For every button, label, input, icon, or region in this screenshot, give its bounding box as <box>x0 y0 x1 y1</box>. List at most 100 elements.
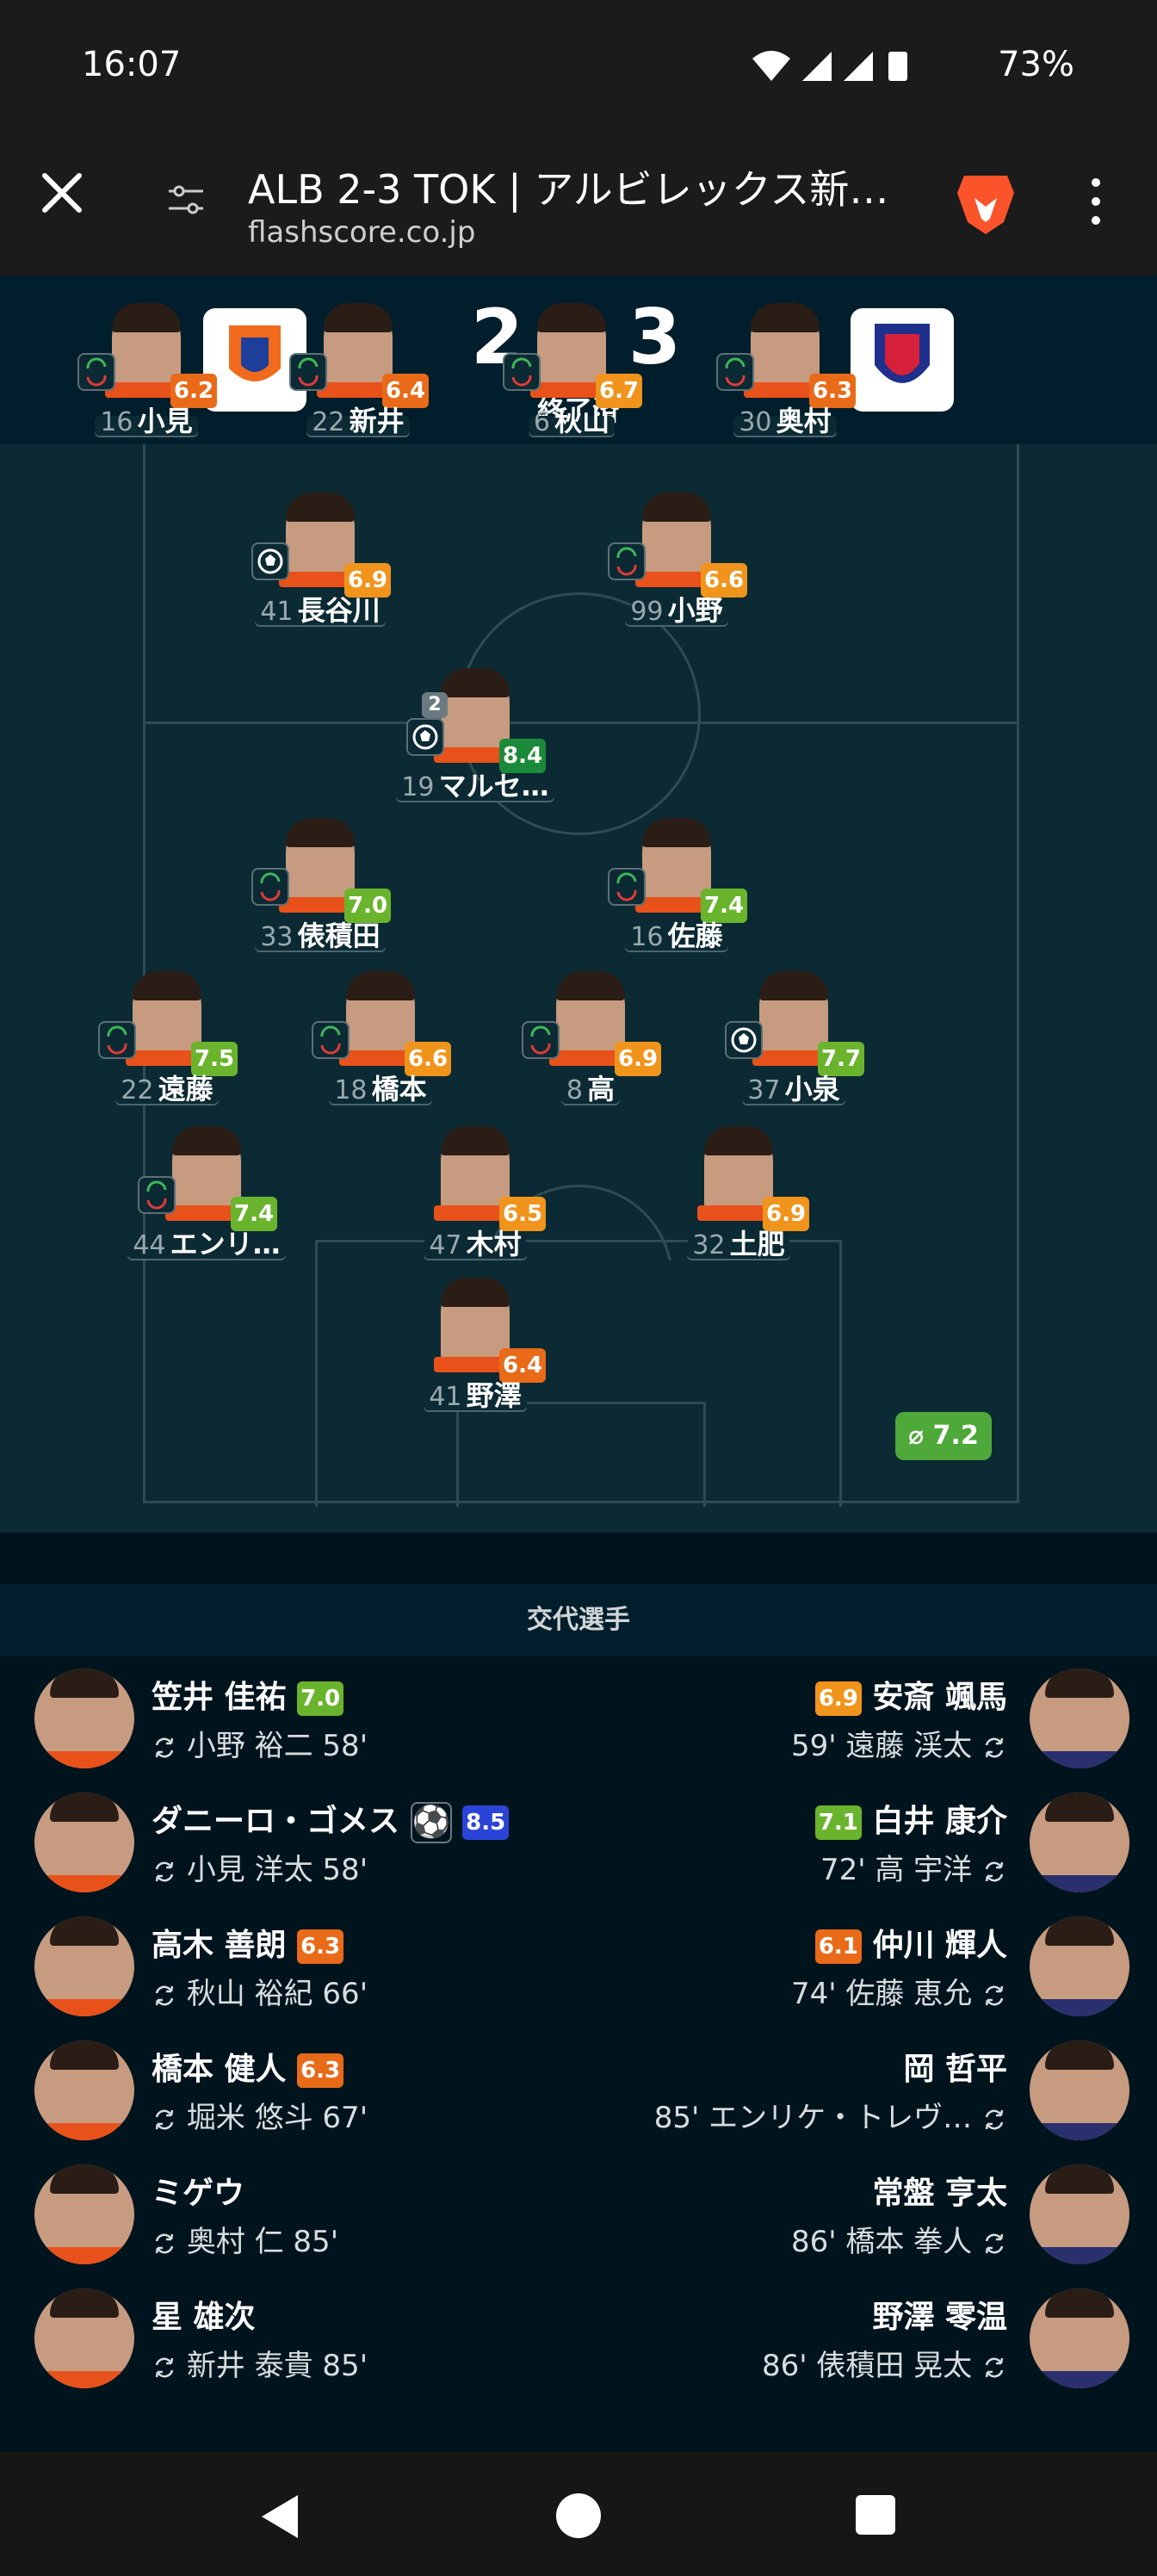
player-name: 小野 <box>667 594 723 627</box>
home-sub-replaced: 小見 洋太 58' <box>152 1846 368 1888</box>
home-icon[interactable] <box>556 2493 601 2538</box>
lineup-player[interactable]: 7.4 16 佐藤 <box>573 818 780 981</box>
away-replaced-player: 86' 俵積田 晃太 <box>761 2349 973 2383</box>
lineup-player[interactable]: 6.4 22 新井 <box>255 303 461 467</box>
recents-icon[interactable] <box>856 2495 895 2535</box>
screen: { "status_bar": {"time": "16:07", "batte… <box>0 0 1157 2576</box>
away-sub-name: 安斎 颯馬 <box>872 1680 1007 1715</box>
substitution-icon <box>312 1021 350 1059</box>
home-sub-photo[interactable] <box>34 1793 134 1892</box>
lineup-player[interactable]: 7.0 33 俵積田 <box>217 818 424 981</box>
away-sub-name-line[interactable]: 野澤 零温 <box>872 2292 1007 2337</box>
substitution-icon <box>289 353 327 391</box>
home-sub-rating: 6.3 <box>297 2053 344 2088</box>
away-sub-name-line[interactable]: 6.9 安斎 颯馬 <box>814 1672 1007 1717</box>
home-sub-name-line[interactable]: ダニーロ・ゴメス ⚽ 8.5 <box>152 1796 510 1843</box>
away-sub-replaced: 85' エンリケ・トレヴ… <box>654 2094 1007 2136</box>
lineup-player[interactable]: 6.2 16 小見 <box>43 303 250 467</box>
away-sub-photo[interactable] <box>1030 1669 1129 1768</box>
player-name: 新井 <box>349 405 405 437</box>
substitution-row: 笠井 佳祐 7.0 小野 裕二 58' 6.9 安斎 颯馬 59' 遠藤 渓太 <box>0 1656 1157 1780</box>
substitution-icon <box>522 1021 560 1059</box>
player-label: 16 小見 <box>43 399 250 439</box>
battery-level: 73% <box>998 45 1074 84</box>
player-name: 高 <box>587 1073 616 1105</box>
brave-lion-icon[interactable] <box>956 169 1016 236</box>
player-label: 32 土肥 <box>635 1223 842 1262</box>
player-number: 16 <box>100 407 133 437</box>
home-replaced-player: 秋山 裕紀 66' <box>186 1977 368 2011</box>
team-average-rating: ⌀ 7.2 <box>895 1412 992 1460</box>
away-sub-replaced: 86' 橋本 拳人 <box>791 2218 1007 2260</box>
away-replaced-player: 85' エンリケ・トレヴ… <box>653 2101 973 2135</box>
away-sub-name-line[interactable]: 岡 哲平 <box>903 2044 1007 2089</box>
player-number: 22 <box>121 1075 154 1105</box>
lineup-player[interactable]: 6.6 18 橋本 <box>277 971 484 1135</box>
lineup-player[interactable]: 7.5 22 遠藤 <box>64 971 270 1135</box>
home-sub-replaced: 堀米 悠斗 67' <box>152 2094 368 2136</box>
site-settings-icon[interactable] <box>165 179 207 220</box>
lineup-player[interactable]: 6.6 99 小野 <box>573 492 780 656</box>
home-sub-name-line[interactable]: ミゲウ <box>152 2168 244 2213</box>
home-sub-photo[interactable] <box>34 1917 134 2016</box>
away-sub-photo[interactable] <box>1030 2288 1129 2388</box>
away-sub-name-line[interactable]: 常盤 亨太 <box>872 2168 1007 2213</box>
lineup-player[interactable]: 6.5 47 木村 <box>372 1126 578 1290</box>
away-sub-name: 白井 康介 <box>872 1804 1007 1839</box>
home-sub-photo[interactable] <box>34 2288 134 2388</box>
away-sub-name-line[interactable]: 6.1 仲川 輝人 <box>814 1920 1007 1965</box>
player-number: 30 <box>739 407 772 437</box>
away-sub-photo[interactable] <box>1030 1793 1129 1892</box>
away-sub-replaced: 59' 遠藤 渓太 <box>791 1722 1007 1764</box>
lineup-player[interactable]: 6.9 8 高 <box>487 971 694 1135</box>
player-name: マルセ… <box>438 770 549 802</box>
substitution-icon <box>251 868 289 906</box>
player-name: 長谷川 <box>297 594 381 627</box>
away-sub-replaced: 72' 高 宇洋 <box>820 1846 1007 1888</box>
page-title[interactable]: ALB 2-3 TOK | アルビレックス新… <box>248 158 902 215</box>
home-sub-name-line[interactable]: 橋本 健人 6.3 <box>152 2044 344 2089</box>
home-sub-photo[interactable] <box>34 2164 134 2264</box>
player-number: 18 <box>334 1075 368 1105</box>
player-name: 野澤 <box>466 1379 522 1412</box>
home-sub-name-line[interactable]: 星 雄次 <box>152 2292 256 2337</box>
player-label: 44 エンリ… <box>103 1223 310 1262</box>
lineup-player[interactable]: 2 8.4 19 マルセ… <box>372 668 578 832</box>
page-url[interactable]: flashscore.co.jp <box>248 215 475 250</box>
away-sub-photo[interactable] <box>1030 1917 1129 2016</box>
lineup-player[interactable]: 6.9 32 土肥 <box>635 1126 842 1290</box>
close-icon[interactable] <box>34 165 90 220</box>
away-sub-photo[interactable] <box>1030 2164 1129 2264</box>
lineup-player[interactable]: 6.3 30 奥村 <box>682 303 888 467</box>
substitution-icon <box>608 542 646 580</box>
player-number: 19 <box>401 772 435 802</box>
lineup-player[interactable]: 6.4 41 野澤 <box>372 1278 578 1441</box>
lineup-player[interactable]: 6.7 6 秋山 <box>468 303 675 467</box>
lineup-player[interactable]: 7.7 37 小泉 <box>690 971 897 1135</box>
lineup-player[interactable]: 6.9 41 長谷川 <box>217 492 424 656</box>
back-icon[interactable] <box>258 2493 301 2540</box>
player-name: 土肥 <box>729 1228 785 1260</box>
player-label: 8 高 <box>487 1068 694 1107</box>
substitution-icon <box>77 353 115 391</box>
more-menu-icon[interactable] <box>1083 176 1109 227</box>
player-label: 16 佐藤 <box>573 914 780 954</box>
substitution-row: ダニーロ・ゴメス ⚽ 8.5 小見 洋太 58' 7.1 白井 康介 72' 高 宇… <box>0 1780 1157 1904</box>
home-sub-photo[interactable] <box>34 2040 134 2140</box>
home-sub-name-line[interactable]: 笠井 佳祐 7.0 <box>152 1672 344 1717</box>
lineup-player[interactable]: 7.4 44 エンリ… <box>103 1126 310 1290</box>
home-replaced-player: 堀米 悠斗 67' <box>186 2101 368 2135</box>
substitutes-header: 交代選手 <box>0 1584 1157 1656</box>
substitution-row: 星 雄次 新井 泰貴 85' 野澤 零温 86' 俵積田 晃太 <box>0 2276 1157 2400</box>
player-label: 41 野澤 <box>372 1374 578 1414</box>
home-sub-rating: 6.3 <box>297 1929 344 1964</box>
home-sub-photo[interactable] <box>34 1669 134 1768</box>
player-number: 41 <box>260 597 294 627</box>
away-replaced-player: 59' 遠藤 渓太 <box>790 1729 973 1763</box>
away-sub-photo[interactable] <box>1030 2040 1129 2140</box>
signal-wifi-icon <box>752 51 907 81</box>
player-name: 小泉 <box>784 1073 840 1105</box>
home-sub-replaced: 秋山 裕紀 66' <box>152 1970 368 2012</box>
home-sub-name-line[interactable]: 高木 善朗 6.3 <box>152 1920 344 1965</box>
away-sub-name-line[interactable]: 7.1 白井 康介 <box>814 1796 1007 1841</box>
